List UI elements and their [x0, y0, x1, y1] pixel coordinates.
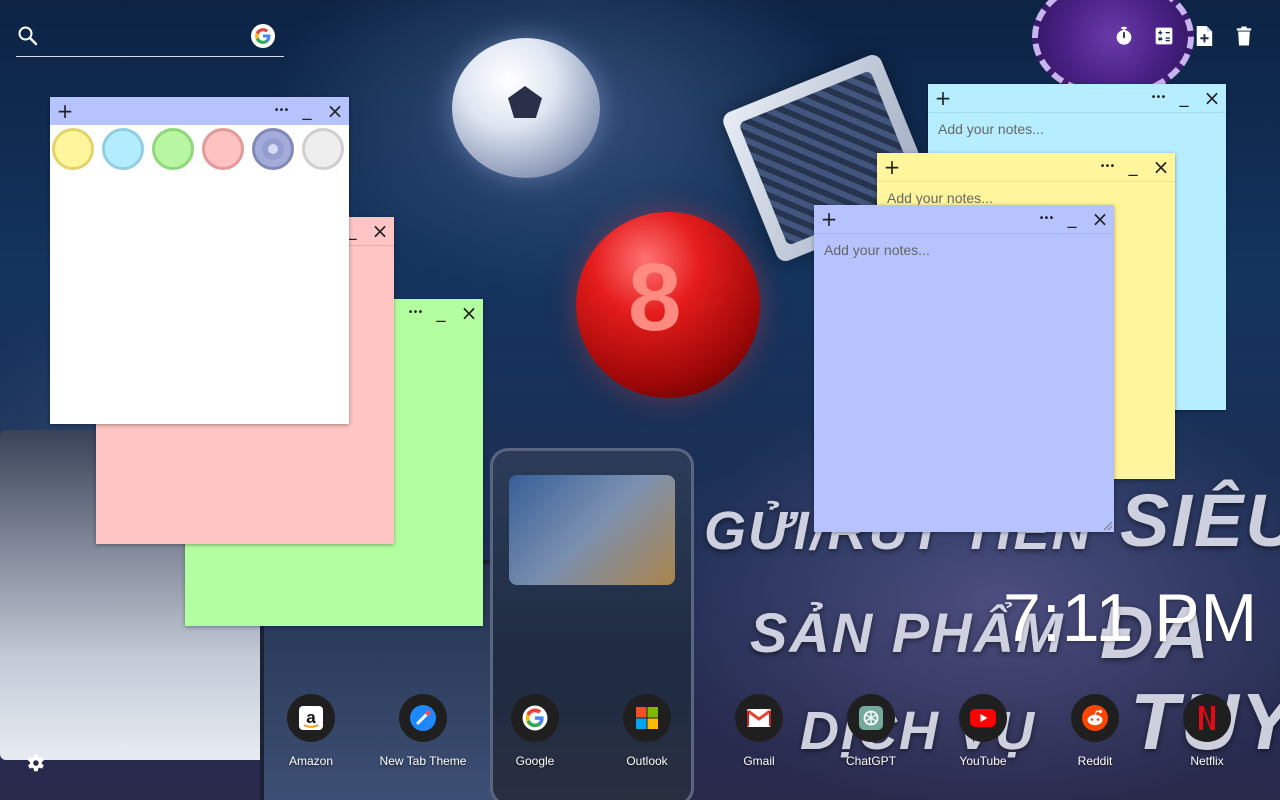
calculator-icon[interactable] [1152, 24, 1176, 48]
google-search-engine-icon[interactable] [251, 24, 275, 48]
netflix-icon[interactable] [1183, 694, 1231, 742]
gear-icon[interactable] [24, 752, 48, 776]
color-swatch-yellow[interactable] [52, 128, 94, 170]
new-tab-page: 8 GỬI/RÚT TIỀN SẢN PHẨM DỊCH VỤ SIÊU ĐA … [0, 0, 1280, 800]
stopwatch-icon[interactable] [1112, 24, 1136, 48]
search-bar [16, 24, 284, 57]
note-minimize-button[interactable]: _ [429, 299, 453, 327]
google-icon[interactable] [511, 694, 559, 742]
note-text-input[interactable] [50, 177, 349, 424]
note-close-button[interactable]: × [1200, 84, 1224, 112]
new-tab-theme-icon[interactable] [399, 694, 447, 742]
sticky-note-white: + ••• _ × [50, 97, 349, 424]
note-titlebar[interactable]: + ••• _ × [50, 97, 349, 125]
resize-handle[interactable] [1104, 522, 1112, 530]
note-close-button[interactable]: × [1149, 153, 1173, 181]
shortcut-chatgpt[interactable]: ChatGPT [815, 694, 927, 774]
note-text-input[interactable] [814, 234, 1114, 532]
note-minimize-button[interactable]: _ [1172, 84, 1196, 112]
note-minimize-button[interactable]: _ [1060, 205, 1084, 233]
shortcut-label: ChatGPT [845, 754, 896, 768]
shortcut-new-tab-theme[interactable]: New Tab Theme [367, 694, 479, 774]
note-titlebar[interactable]: + ••• _ × [814, 205, 1114, 234]
wallpaper-soccer-ball [452, 38, 600, 178]
svg-text:a: a [306, 708, 316, 727]
shortcut-label: Gmail [743, 754, 775, 768]
shortcut-label: Outlook [626, 754, 668, 768]
amazon-icon[interactable]: a [287, 694, 335, 742]
note-close-button[interactable]: × [323, 97, 347, 125]
shortcut-netflix[interactable]: Netflix [1151, 694, 1263, 774]
selected-indicator [268, 144, 278, 154]
note-close-button[interactable]: × [368, 217, 392, 245]
shortcut-label: New Tab Theme [379, 754, 467, 768]
note-minimize-button[interactable]: _ [295, 97, 319, 125]
shortcut-label: Amazon [288, 754, 334, 768]
shortcut-outlook[interactable]: Outlook [591, 694, 703, 774]
sticky-note-blue: + ••• _ × [814, 205, 1114, 532]
note-close-button[interactable]: × [1088, 205, 1112, 233]
note-more-button[interactable]: ••• [1146, 84, 1170, 112]
shortcut-label: Reddit [1077, 754, 1113, 768]
color-swatch-periwinkle[interactable] [252, 128, 294, 170]
note-titlebar[interactable]: + ••• _ × [877, 153, 1175, 182]
search-input[interactable] [46, 24, 246, 50]
chatgpt-icon[interactable] [847, 694, 895, 742]
search-icon[interactable] [16, 24, 40, 48]
reddit-icon[interactable] [1071, 694, 1119, 742]
trash-icon[interactable] [1232, 24, 1256, 48]
shortcut-reddit[interactable]: Reddit [1039, 694, 1151, 774]
clock: 7:11 PM [1003, 580, 1259, 656]
shortcut-label: Google [515, 754, 555, 768]
note-more-button[interactable]: ••• [269, 97, 293, 125]
shortcut-label: Netflix [1190, 754, 1224, 768]
shortcut-gmail[interactable]: Gmail [703, 694, 815, 774]
note-add-button[interactable]: + [880, 153, 904, 181]
note-add-button[interactable]: + [817, 205, 841, 233]
shortcut-youtube[interactable]: YouTube [927, 694, 1039, 774]
outlook-icon[interactable] [623, 694, 671, 742]
note-more-button[interactable]: ••• [1095, 153, 1119, 181]
note-add-button[interactable]: + [931, 84, 955, 112]
note-add-button[interactable]: + [53, 97, 77, 125]
color-palette [50, 125, 349, 175]
wallpaper-red-ball: 8 [576, 212, 760, 398]
new-note-icon[interactable] [1192, 24, 1216, 48]
color-swatch-cyan[interactable] [102, 128, 144, 170]
note-close-button[interactable]: × [457, 299, 481, 327]
youtube-icon[interactable] [959, 694, 1007, 742]
note-minimize-button[interactable]: _ [1121, 153, 1145, 181]
shortcut-google[interactable]: Google [479, 694, 591, 774]
color-swatch-green[interactable] [152, 128, 194, 170]
color-swatch-white[interactable] [302, 128, 344, 170]
gmail-icon[interactable] [735, 694, 783, 742]
color-swatch-pink[interactable] [202, 128, 244, 170]
shortcut-amazon[interactable]: a Amazon [255, 694, 367, 774]
shortcut-label: YouTube [959, 754, 1007, 768]
note-titlebar[interactable]: + ••• _ × [928, 84, 1226, 113]
note-more-button[interactable]: ••• [403, 299, 427, 327]
wallpaper-text: SIÊU [1120, 479, 1280, 562]
note-more-button[interactable]: ••• [1034, 205, 1058, 233]
